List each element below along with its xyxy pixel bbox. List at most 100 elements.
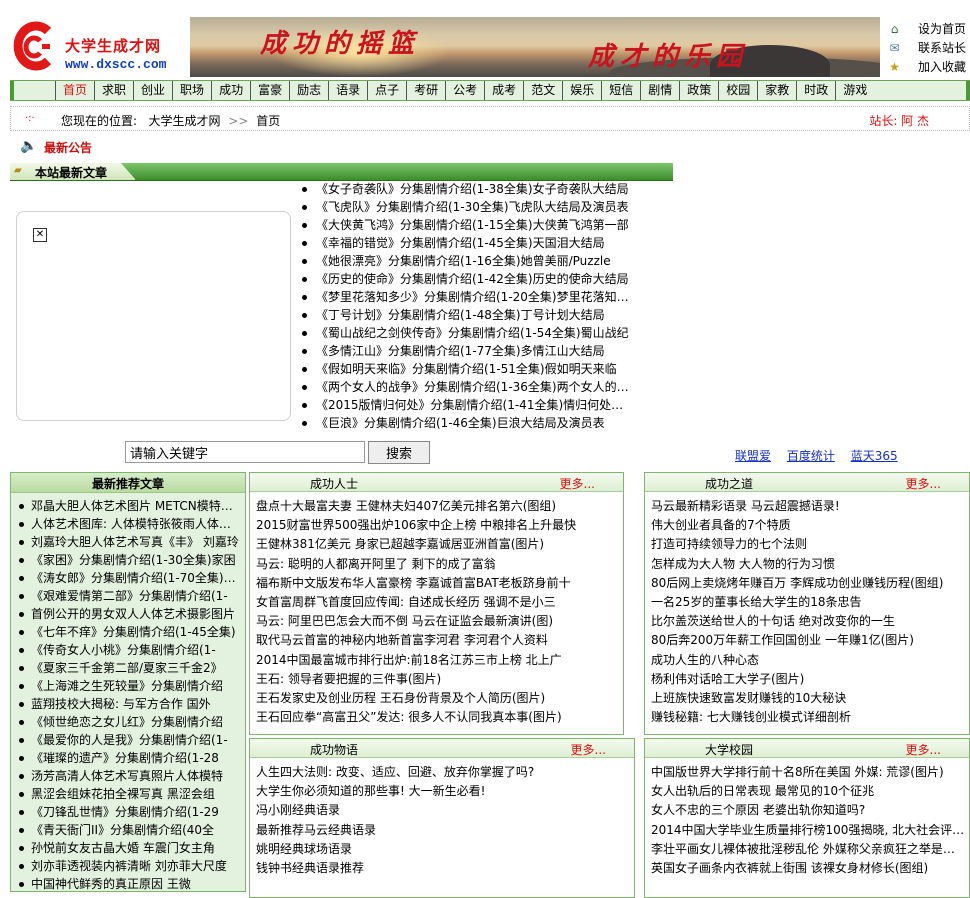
nav-item[interactable]: 校园: [718, 81, 757, 100]
section-article-link[interactable]: 福布斯中文版发布华人富豪榜 李嘉诚首富BAT老板跻身前十: [254, 574, 619, 593]
section-article-link[interactable]: 打造可持续领导力的七个法则: [649, 535, 965, 554]
nav-item[interactable]: 家教: [757, 81, 796, 100]
partner-link[interactable]: 百度统计: [787, 449, 835, 463]
section-article-link[interactable]: 2014中国大学毕业生质量排行榜100强揭晓, 北大社会评价第一: [649, 821, 965, 840]
latest-article-link[interactable]: 《丁号计划》分集剧情介绍(1-48全集)丁号计划大结局: [300, 306, 630, 324]
recommended-article-link[interactable]: 《刀锋乱世情》分集剧情介绍(1-29: [17, 803, 239, 821]
section-article-link[interactable]: 2014中国最富城市排行出炉:前18名江苏三市上榜 北上广: [254, 651, 619, 670]
partner-link[interactable]: 蓝天365: [851, 449, 898, 463]
recommended-article-link[interactable]: 《青天衙门II》分集剧情介绍(40全: [17, 821, 239, 839]
breadcrumb-site-link[interactable]: 大学生成才网: [149, 114, 221, 128]
nav-item[interactable]: 公考: [445, 81, 484, 100]
recommended-article-link[interactable]: 首例公开的男女双人人体艺术摄影图片: [17, 605, 239, 623]
nav-item[interactable]: 考研: [406, 81, 445, 100]
latest-article-link[interactable]: 《大侠黄飞鸿》分集剧情介绍(1-15全集)大侠黄飞鸿第一部: [300, 216, 630, 234]
nav-item[interactable]: 首页: [55, 81, 94, 100]
recommended-article-link[interactable]: 《家困》分集剧情介绍(1-30全集)家困: [17, 551, 239, 569]
section-article-link[interactable]: 比尔盖茨送给世人的十句话 绝对改变你的一生: [649, 612, 965, 631]
nav-item[interactable]: 娱乐: [562, 81, 601, 100]
section-article-link[interactable]: 女人出轨后的日常表现 最常见的10个征兆: [649, 782, 965, 801]
featured-image-frame[interactable]: ✕: [16, 211, 291, 421]
partner-link[interactable]: 联盟爱: [735, 449, 771, 463]
section-article-link[interactable]: 英国女子画条内衣裤就上街围 该裸女身材修长(图组): [649, 859, 965, 878]
nav-item[interactable]: 政策: [679, 81, 718, 100]
recommended-article-link[interactable]: 《最爱你的人是我》分集剧情介绍(1-: [17, 731, 239, 749]
section-article-link[interactable]: 赚钱秘籍: 七大赚钱创业模式详细剖析: [649, 708, 965, 727]
latest-article-link[interactable]: 《巨浪》分集剧情介绍(1-46全集)巨浪大结局及演员表: [300, 414, 630, 432]
section-article-link[interactable]: 杨利伟对话哈工大学子(图片): [649, 670, 965, 689]
section-article-link[interactable]: 盘点十大最富夫妻 王健林夫妇407亿美元排名第六(图组): [254, 497, 619, 516]
latest-article-link[interactable]: 《女子奇袭队》分集剧情介绍(1-38全集)女子奇袭队大结局: [300, 180, 630, 198]
recommended-article-link[interactable]: 邓晶大胆人体艺术图片 METCN模特邓晶: [17, 497, 239, 515]
section-article-link[interactable]: 怎样成为大人物 大人物的行为习惯: [649, 555, 965, 574]
latest-article-link[interactable]: 《假如明天来临》分集剧情介绍(1-51全集)假如明天来临: [300, 360, 630, 378]
section-article-link[interactable]: 王石回应拳“高富丑父”发达: 很多人不认同我真本事(图片): [254, 708, 619, 727]
section-article-link[interactable]: 上班族快速致富发财赚钱的10大秘诀: [649, 689, 965, 708]
section-article-link[interactable]: 李壮平画女儿裸体被批淫秽乱伦 外媒称父亲疯狂之举是艺术: [649, 840, 965, 859]
site-logo[interactable]: 大学生成才网 www.dxscc.com: [10, 17, 188, 75]
latest-article-link[interactable]: 《她很漂亮》分集剧情介绍(1-16全集)她曾美丽/Puzzle: [300, 252, 630, 270]
recommended-article-link[interactable]: 蓝翔技校大揭秘: 与军方合作 国外: [17, 695, 239, 713]
latest-article-link[interactable]: 《两个女人的战争》分集剧情介绍(1-36全集)两个女人的战争: [300, 378, 630, 396]
nav-item[interactable]: 创业: [133, 81, 172, 100]
more-link[interactable]: 更多...: [571, 741, 606, 758]
section-article-link[interactable]: 钱钟书经典语录推荐: [254, 859, 630, 878]
recommended-article-link[interactable]: 人体艺术图库: 人体模特张筱雨人体艺术: [17, 515, 239, 533]
nav-item[interactable]: 富豪: [250, 81, 289, 100]
recommended-article-link[interactable]: 刘嘉玲大胆人体艺术写真《丰》 刘嘉玲: [17, 533, 239, 551]
more-link[interactable]: 更多...: [906, 741, 941, 758]
section-article-link[interactable]: 女首富周群飞首度回应传闻: 自述成长经历 强调不是小三: [254, 593, 619, 612]
recommended-article-link[interactable]: 《倾世绝恋之女儿红》分集剧情介绍: [17, 713, 239, 731]
recommended-article-link[interactable]: 《涛女郎》分集剧情介绍(1-70全集)涛女郎: [17, 569, 239, 587]
section-article-link[interactable]: 女人不忠的三个原因 老婆出轨你知道吗?: [649, 801, 965, 820]
recommended-article-link[interactable]: 《璀璨的遗产》分集剧情介绍(1-28: [17, 749, 239, 767]
more-link[interactable]: 更多...: [560, 475, 595, 492]
nav-item[interactable]: 范文: [523, 81, 562, 100]
section-article-link[interactable]: 2015财富世界500强出炉106家中企上榜 中粮排名上升最快: [254, 516, 619, 535]
latest-article-link[interactable]: 《梦里花落知多少》分集剧情介绍(1-20全集)梦里花落知多少: [300, 288, 630, 306]
nav-item[interactable]: 励志: [289, 81, 328, 100]
nav-item[interactable]: 剧情: [640, 81, 679, 100]
recommended-article-link[interactable]: 《传奇女人小桃》分集剧情介绍(1-: [17, 641, 239, 659]
contact-admin-link[interactable]: ✉ 联系站长: [885, 39, 970, 58]
nav-item[interactable]: 成功: [211, 81, 250, 100]
nav-item[interactable]: 短信: [601, 81, 640, 100]
latest-article-link[interactable]: 《历史的使命》分集剧情介绍(1-42全集)历史的使命大结局: [300, 270, 630, 288]
recommended-article-link[interactable]: 汤芳高清人体艺术写真照片人体模特: [17, 767, 239, 785]
recommended-article-link[interactable]: 《七年不痒》分集剧情介绍(1-45全集): [17, 623, 239, 641]
section-article-link[interactable]: 成功人生的八种心态: [649, 651, 965, 670]
section-article-link[interactable]: 伟大创业者具备的7个特质: [649, 516, 965, 535]
latest-article-link[interactable]: 《多情江山》分集剧情介绍(1-77全集)多情江山大结局: [300, 342, 630, 360]
section-article-link[interactable]: 姚明经典球场语录: [254, 840, 630, 859]
recommended-article-link[interactable]: 《艰难爱情第二部》分集剧情介绍(1-: [17, 587, 239, 605]
recommended-article-link[interactable]: 刘亦菲透视装内裤清晰 刘亦菲大尺度: [17, 857, 239, 875]
section-article-link[interactable]: 王健林381亿美元 身家已超越李嘉诚居亚洲首富(图片): [254, 535, 619, 554]
recommended-article-link[interactable]: 《夏家三千金第二部/夏家三千金2》: [17, 659, 239, 677]
section-article-link[interactable]: 马云: 聪明的人都离开阿里了 剩下的成了富翁: [254, 555, 619, 574]
section-article-link[interactable]: 最新推荐马云经典语录: [254, 821, 630, 840]
section-article-link[interactable]: 冯小刚经典语录: [254, 801, 630, 820]
nav-item[interactable]: 成考: [484, 81, 523, 100]
recommended-article-link[interactable]: 《上海滩之生死较量》分集剧情介绍: [17, 677, 239, 695]
latest-article-link[interactable]: 《幸福的错觉》分集剧情介绍(1-45全集)天国泪大结局: [300, 234, 630, 252]
section-article-link[interactable]: 取代马云首富的神秘内地新首富李河君 李河君个人资料: [254, 631, 619, 650]
nav-item[interactable]: 职场: [172, 81, 211, 100]
section-article-link[interactable]: 80后网上卖烧烤年赚百万 李辉成功创业赚钱历程(图组): [649, 574, 965, 593]
nav-item[interactable]: 时政: [796, 81, 835, 100]
nav-item[interactable]: 点子: [367, 81, 406, 100]
nav-item[interactable]: 游戏: [835, 81, 874, 100]
more-link[interactable]: 更多...: [906, 475, 941, 492]
section-article-link[interactable]: 王石发家史及创业历程 王石身份背景及个人简历(图片): [254, 689, 619, 708]
latest-article-link[interactable]: 《蜀山战纪之剑侠传奇》分集剧情介绍(1-54全集)蜀山战纪: [300, 324, 630, 342]
latest-article-link[interactable]: 《2015版情归何处》分集剧情介绍(1-41全集)情归何处大结局: [300, 396, 630, 414]
recommended-article-link[interactable]: 孙悦前女友古晶大婚 车震门女主角: [17, 839, 239, 857]
latest-article-link[interactable]: 《飞虎队》分集剧情介绍(1-30全集)飞虎队大结局及演员表: [300, 198, 630, 216]
section-article-link[interactable]: 人生四大法则: 改变、适应、回避、放弃你掌握了吗?: [254, 763, 630, 782]
section-article-link[interactable]: 80后奔200万年薪工作回国创业 一年赚1亿(图片): [649, 631, 965, 650]
recommended-article-link[interactable]: 黑涩会组妹花拍全裸写真 黑涩会组: [17, 785, 239, 803]
section-article-link[interactable]: 马云: 阿里巴巴怎会大而不倒 马云在证监会最新演讲(图): [254, 612, 619, 631]
section-article-link[interactable]: 中国版世界大学排行前十名8所在美国 外媒: 荒谬(图片): [649, 763, 965, 782]
search-button[interactable]: 搜索: [368, 441, 430, 464]
recommended-article-link[interactable]: 中国神代鲜秀的真正原因 王微: [17, 875, 239, 891]
section-article-link[interactable]: 马云最新精彩语录 马云超震撼语录!: [649, 497, 965, 516]
